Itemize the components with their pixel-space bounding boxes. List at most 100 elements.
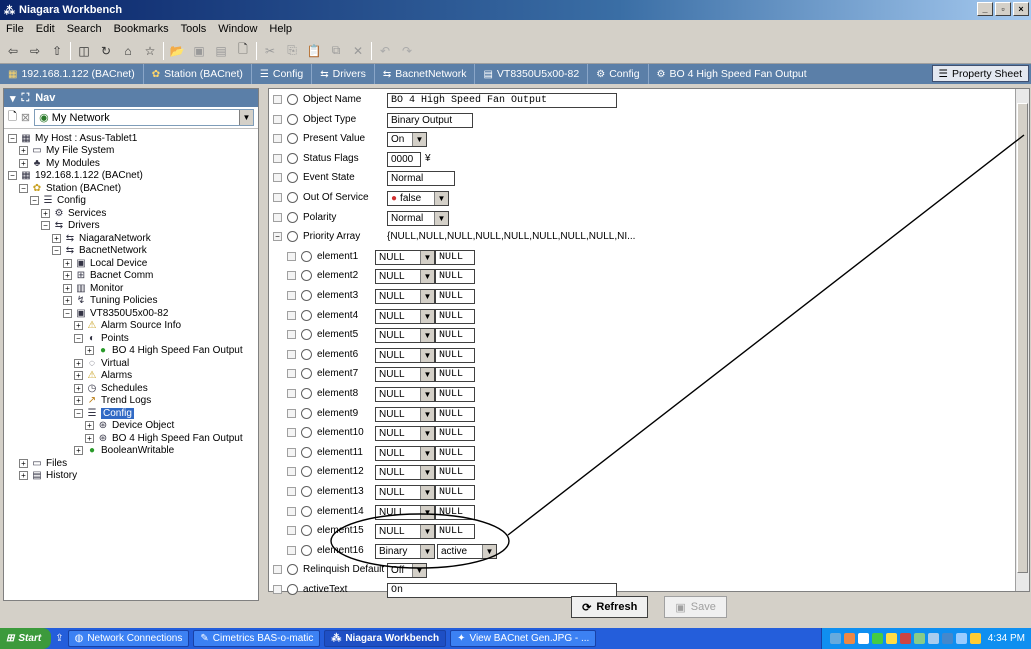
tree-node[interactable]: + ⚙ Services (4, 207, 258, 220)
element-type-select[interactable]: NULL ▼ (375, 524, 435, 540)
tray-app-icon[interactable] (913, 633, 925, 644)
expand-icon[interactable]: + (74, 358, 83, 368)
row-checkbox[interactable] (287, 369, 296, 379)
polarity-select[interactable]: Normal ▼ (387, 210, 449, 226)
close-nav-icon[interactable]: ⊠ (21, 111, 30, 124)
element16-value-select[interactable]: active ▼ (437, 543, 497, 559)
tray-app-icon[interactable] (941, 633, 953, 644)
collapse-icon[interactable]: − (52, 246, 61, 256)
paste-icon[interactable]: 📋 (305, 42, 323, 60)
menu-file[interactable]: File (6, 23, 24, 35)
breadcrumb-device-config[interactable]: ⚙ Config (588, 64, 649, 84)
element-type-select[interactable]: NULL ▼ (375, 465, 435, 481)
breadcrumb-bacnetnetwork[interactable]: ⇆ BacnetNetwork (375, 64, 476, 84)
tree-node[interactable]: + ⚠ Alarm Source Info (4, 320, 258, 333)
expand-icon[interactable]: + (63, 296, 72, 306)
element-type-select[interactable]: NULL ▼ (375, 485, 435, 500)
tree-node[interactable]: + ▣ Local Device (4, 257, 258, 270)
row-checkbox[interactable] (287, 389, 296, 398)
element-type-select[interactable]: NULL ▼ (375, 406, 435, 422)
tree-node[interactable]: − ☰ Config (4, 195, 258, 208)
element-value-field[interactable]: NULL (435, 504, 475, 520)
row-checkbox[interactable] (273, 193, 282, 202)
network-dropdown[interactable]: ◉ My Network ▼ (34, 109, 254, 126)
row-checkbox[interactable] (287, 271, 296, 281)
element-type-select[interactable]: NULL ▼ (375, 249, 435, 265)
cut-icon[interactable]: ✂ (261, 42, 279, 60)
new-icon[interactable]: 🗋 (234, 42, 252, 60)
relinquish-default-select[interactable]: Off ▼ (387, 563, 427, 579)
element-value-field[interactable]: NULL (435, 465, 475, 481)
tree-node[interactable]: + ⇆ NiagaraNetwork (4, 232, 258, 245)
tree-node[interactable]: + ⊛ BO 4 High Speed Fan Output (4, 432, 258, 445)
element-value-field[interactable]: NULL (435, 406, 475, 422)
element-value-field[interactable]: NULL (435, 485, 475, 500)
element-value-field[interactable]: NULL (435, 347, 475, 363)
expand-icon[interactable]: + (19, 458, 28, 468)
expand-icon[interactable]: + (63, 271, 72, 281)
expand-icon[interactable]: + (63, 258, 72, 268)
tray-app-icon[interactable] (843, 633, 855, 644)
row-checkbox[interactable] (287, 349, 296, 359)
tree-node[interactable]: − ◐ Points (4, 332, 258, 345)
element-value-field[interactable]: NULL (435, 328, 475, 344)
breadcrumb-station[interactable]: ✿ Station (BACnet) (144, 64, 252, 84)
row-checkbox[interactable] (287, 428, 296, 438)
expand-icon[interactable]: + (85, 433, 94, 443)
element16-type-select[interactable]: Binary ▼ (375, 543, 435, 559)
start-button[interactable]: ⊞ Start (0, 628, 52, 649)
expand-icon[interactable]: + (19, 146, 28, 156)
row-checkbox[interactable] (273, 173, 282, 183)
status-flags-marker[interactable]: ¥ (425, 153, 431, 164)
task-image-viewer[interactable]: ✦ View BACnet Gen.JPG - ... (450, 630, 597, 647)
undo-icon[interactable]: ↶ (376, 42, 394, 60)
expand-toggle[interactable]: − (273, 232, 282, 242)
element-value-field[interactable]: NULL (435, 289, 475, 304)
scrollbar-thumb[interactable] (1017, 103, 1028, 573)
row-checkbox[interactable] (273, 153, 282, 163)
tree-node[interactable]: + ↗ Trend Logs (4, 395, 258, 408)
row-checkbox[interactable] (287, 467, 296, 477)
close-button[interactable]: × (1013, 2, 1029, 16)
tree-node[interactable]: + ⊛ Device Object (4, 420, 258, 433)
tree-node[interactable]: − ⇆ BacnetNetwork (4, 245, 258, 258)
element-value-field[interactable]: NULL (435, 367, 475, 383)
tree-node[interactable]: + ⊞ Bacnet Comm (4, 270, 258, 283)
element-value-field[interactable]: NULL (435, 524, 475, 540)
save-icon[interactable]: ▣ (190, 42, 208, 60)
out-of-service-select[interactable]: ● false ▼ (387, 191, 449, 206)
expand-icon[interactable]: + (41, 208, 50, 218)
task-niagara-workbench[interactable]: ⁂ Niagara Workbench (324, 630, 447, 647)
row-checkbox[interactable] (273, 95, 282, 104)
present-value-select[interactable]: On ▼ (387, 132, 427, 148)
tree-node[interactable]: − ▦ 192.168.1.122 (BACnet) (4, 170, 258, 183)
row-checkbox[interactable] (287, 545, 296, 555)
collapse-icon[interactable]: − (30, 196, 39, 206)
row-checkbox[interactable] (287, 291, 296, 300)
element-type-select[interactable]: NULL ▼ (375, 328, 435, 344)
side-bar-icon[interactable]: ◫ (75, 42, 93, 60)
task-network-connections[interactable]: ◍ Network Connections (67, 630, 190, 647)
tray-app-icon[interactable] (885, 633, 897, 644)
expand-icon[interactable]: + (63, 283, 72, 293)
tray-app-icon[interactable] (871, 633, 883, 644)
tree-node[interactable]: − ▦ My Host : Asus-Tablet1 (4, 132, 258, 145)
tree-node[interactable]: + ● BO 4 High Speed Fan Output (4, 345, 258, 358)
row-checkbox[interactable] (287, 447, 296, 457)
element-type-select[interactable]: NULL ▼ (375, 269, 435, 285)
vertical-scrollbar[interactable] (1015, 89, 1029, 591)
refresh-icon[interactable]: ↻ (97, 42, 115, 60)
row-checkbox[interactable] (273, 114, 282, 124)
tree-node[interactable]: + ◷ Schedules (4, 382, 258, 395)
collapse-icon[interactable]: − (74, 408, 83, 418)
tray-app-icon[interactable] (829, 633, 841, 644)
breadcrumb-point[interactable]: ⚙ BO 4 High Speed Fan Output (649, 64, 815, 84)
new-window-icon[interactable]: 🗋 (8, 108, 17, 127)
element-type-select[interactable]: NULL ▼ (375, 347, 435, 363)
expand-icon[interactable]: + (19, 158, 28, 168)
element-value-field[interactable]: NULL (435, 308, 475, 324)
tree-node[interactable]: + ⚠ Alarms (4, 370, 258, 383)
menu-window[interactable]: Window (218, 23, 257, 35)
splitter-handle[interactable] (261, 88, 267, 601)
tree-node[interactable]: + ▭ My File System (4, 145, 258, 158)
